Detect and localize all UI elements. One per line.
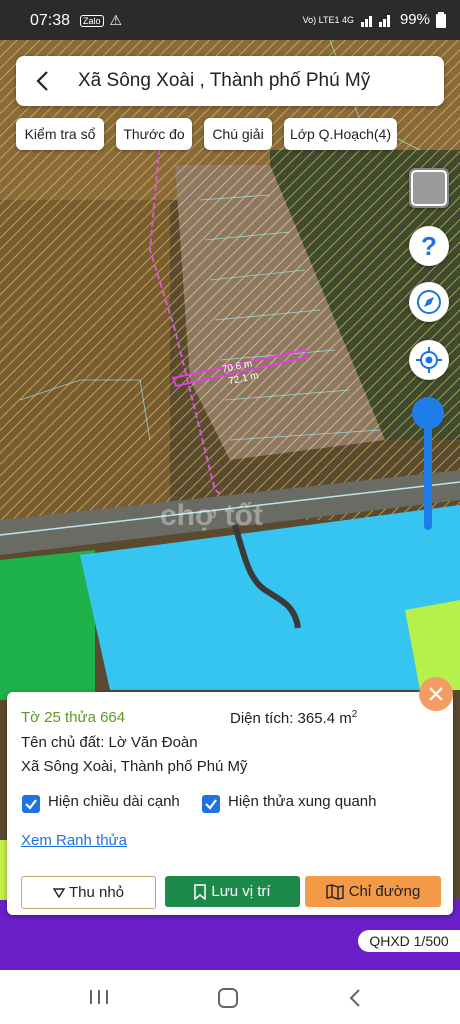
system-nav-bar (0, 970, 460, 1024)
close-panel-button[interactable] (419, 677, 453, 711)
signal-icon (360, 14, 390, 27)
location-header: Xã Sông Xoài , Thành phố Phú Mỹ (16, 56, 444, 106)
status-bar: 07:38 Zalo ⚠ Vo) LTE1 4G 99% (0, 0, 460, 40)
map-scale-badge: QHXD 1/500 (358, 930, 460, 952)
directions-button[interactable]: Chỉ đường (305, 876, 441, 907)
locate-icon (416, 347, 442, 373)
show-edge-length-label: Hiện chiều dài cạnh (48, 793, 180, 810)
layers-icon (411, 170, 447, 206)
ruler-chip[interactable]: Thước đo (116, 118, 192, 150)
check-icon (25, 799, 37, 810)
opacity-slider-track[interactable] (424, 415, 432, 530)
show-neighbor-parcels-label: Hiện thửa xung quanh (228, 793, 377, 810)
watermark: chợ tốt (160, 499, 263, 532)
warning-icon: ⚠ (109, 12, 123, 28)
area-value: Diện tích: 365.4 m (230, 710, 352, 727)
status-time: 07:38 (30, 12, 71, 29)
parcel-area: Diện tích: 365.4 m2 (230, 709, 357, 727)
locate-button[interactable] (409, 340, 449, 380)
home-icon[interactable] (216, 987, 240, 1009)
view-boundary-link[interactable]: Xem Ranh thửa (21, 832, 127, 849)
map-icon (326, 884, 344, 900)
check-book-chip[interactable]: Kiểm tra sổ (16, 118, 104, 150)
compass-icon (417, 290, 441, 314)
compass-button[interactable] (409, 282, 449, 322)
svg-text:?: ? (421, 231, 437, 261)
collapse-button[interactable]: Thu nhỏ (21, 876, 156, 909)
network-label: Vo) LTE1 4G (302, 14, 354, 25)
battery-icon (436, 11, 446, 28)
close-icon (429, 687, 443, 701)
back-nav-icon[interactable] (346, 987, 364, 1009)
directions-label: Chỉ đường (348, 883, 421, 900)
collapse-label: Thu nhỏ (68, 884, 125, 901)
zalo-badge: Zalo (80, 14, 104, 27)
check-icon (205, 799, 217, 810)
location-title: Xã Sông Xoài , Thành phố Phú Mỹ (78, 70, 371, 91)
parcel-id: Tờ 25 thửa 664 (21, 709, 126, 726)
help-button[interactable]: ? (409, 226, 449, 266)
caret-down-icon (52, 888, 66, 899)
planning-layer-chip[interactable]: Lớp Q.Hoạch(4) (284, 118, 397, 150)
bookmark-icon (194, 884, 207, 901)
green-zone (0, 550, 95, 700)
layers-button[interactable] (409, 168, 449, 208)
save-location-label: Lưu vị trí (211, 883, 271, 900)
save-location-button[interactable]: Lưu vị trí (165, 876, 300, 907)
recent-apps-icon[interactable] (88, 988, 110, 1006)
status-app-badges: Zalo ⚠ (80, 12, 122, 29)
opacity-slider-knob[interactable] (412, 397, 444, 429)
status-right: Vo) LTE1 4G 99% (303, 11, 446, 28)
legend-chip[interactable]: Chú giải (204, 118, 272, 150)
owner-name: Tên chủ đất: Lờ Văn Đoàn (21, 734, 198, 751)
help-icon: ? (421, 231, 437, 261)
battery-label: 99% (399, 11, 430, 28)
parcel-address: Xã Sông Xoài, Thành phố Phú Mỹ (21, 758, 248, 775)
back-arrow-icon[interactable] (30, 68, 56, 94)
area-unit-sup: 2 (351, 709, 358, 720)
show-neighbor-parcels-checkbox[interactable] (202, 795, 220, 813)
show-edge-length-checkbox[interactable] (22, 795, 40, 813)
